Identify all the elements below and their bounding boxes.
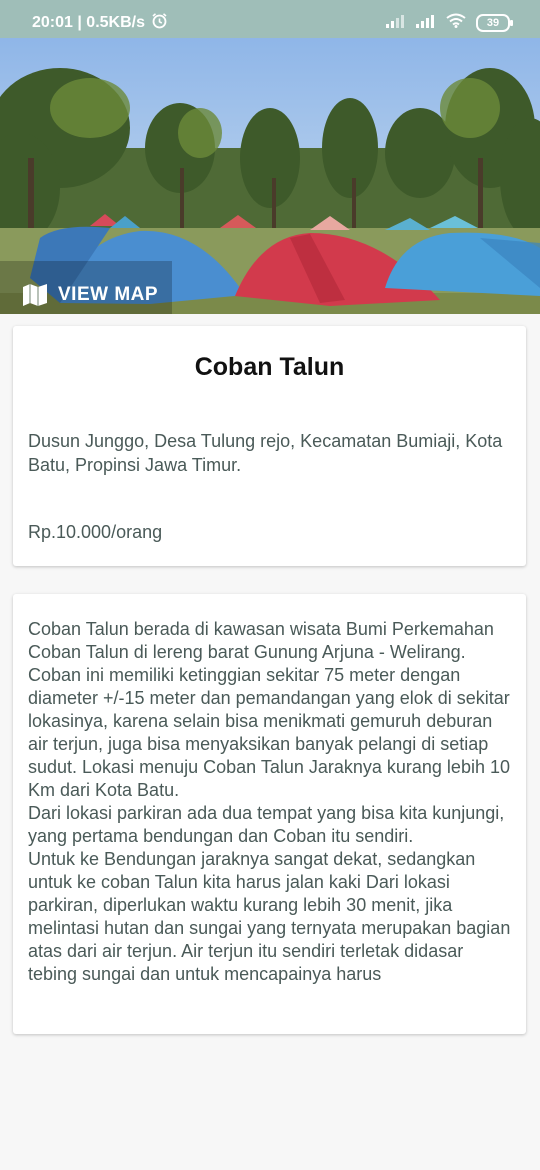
status-time: 20:01 | 0.5KB/s [32, 14, 145, 31]
map-icon [22, 283, 48, 307]
status-left: 20:01 | 0.5KB/s [32, 12, 168, 34]
view-map-label: VIEW MAP [58, 284, 159, 305]
wifi-icon [446, 13, 466, 33]
description-card[interactable]: Coban Talun berada di kawasan wisata Bum… [13, 594, 526, 1034]
description-text: Coban Talun berada di kawasan wisata Bum… [28, 619, 511, 984]
view-map-button[interactable]: VIEW MAP [0, 261, 172, 314]
signal-icon [386, 14, 406, 33]
alarm-icon [151, 12, 168, 34]
hero-image: VIEW MAP [0, 38, 540, 314]
place-price: Rp.10.000/orang [28, 522, 163, 542]
battery-icon: 39 [476, 14, 513, 32]
status-right: 39 [386, 13, 513, 33]
place-info-card: Coban Talun Dusun Junggo, Desa Tulung re… [13, 326, 526, 566]
place-title: Coban Talun [194, 353, 345, 381]
signal-icon-2 [416, 14, 436, 33]
place-address: Dusun Junggo, Desa Tulung rejo, Kecamata… [28, 431, 503, 475]
